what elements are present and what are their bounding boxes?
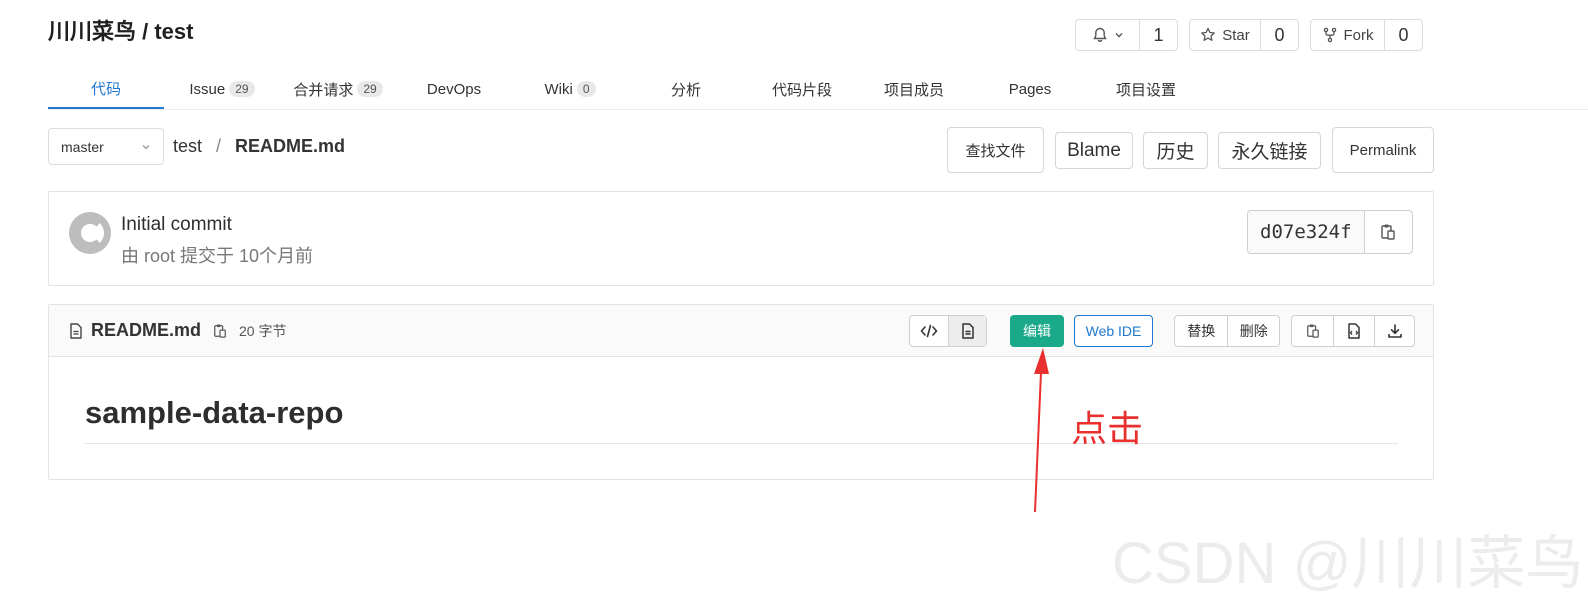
watermark: CSDN @川川菜鸟 xyxy=(1112,531,1584,596)
tab-code[interactable]: 代码 xyxy=(48,70,164,109)
replace-delete-group: 替换 删除 xyxy=(1174,315,1280,347)
annotation-text: 点击 xyxy=(1071,408,1144,449)
download-button[interactable] xyxy=(1374,316,1414,346)
file-header: README.md 20 字节 编辑 Web IDE 替换 删除 xyxy=(49,305,1433,357)
notification-button[interactable]: 1 xyxy=(1075,19,1178,51)
star-button[interactable]: Star 0 xyxy=(1189,19,1299,51)
tab-devops[interactable]: DevOps xyxy=(396,70,512,108)
tab-wiki[interactable]: Wiki 0 xyxy=(512,70,628,108)
edit-button[interactable]: 编辑 xyxy=(1010,315,1064,347)
file-icon xyxy=(69,322,83,339)
replace-button[interactable]: 替换 xyxy=(1175,316,1227,346)
view-mode-toggle xyxy=(909,315,987,347)
clipboard-icon xyxy=(1306,323,1320,339)
tab-members[interactable]: 项目成员 xyxy=(856,70,972,108)
star-icon xyxy=(1200,27,1216,43)
file-title: README.md 20 字节 xyxy=(69,320,286,341)
permanent-link-button[interactable]: 永久链接 xyxy=(1218,132,1321,169)
annotation-arrow xyxy=(1034,348,1049,513)
last-commit-panel: Initial commit 由 root 提交于 10个月前 d07e324f xyxy=(48,191,1434,286)
clipboard-icon[interactable] xyxy=(213,323,227,339)
fork-button[interactable]: Fork 0 xyxy=(1310,19,1423,51)
code-icon xyxy=(920,324,938,338)
branch-select[interactable]: master xyxy=(48,128,164,165)
raw-file-icon xyxy=(1347,323,1361,339)
watch-count: 1 xyxy=(1139,20,1177,50)
copy-sha-button[interactable] xyxy=(1363,211,1412,253)
history-button[interactable]: 历史 xyxy=(1143,132,1208,169)
fork-label: Fork xyxy=(1343,26,1374,44)
file-viewer: README.md 20 字节 编辑 Web IDE 替换 删除 sample-… xyxy=(48,304,1434,480)
clipboard-icon xyxy=(1380,223,1396,241)
tab-settings[interactable]: 项目设置 xyxy=(1088,70,1204,108)
tab-snippets[interactable]: 代码片段 xyxy=(744,70,860,108)
readme-heading: sample-data-repo xyxy=(85,395,344,430)
fork-count: 0 xyxy=(1384,20,1422,50)
fork-icon xyxy=(1322,27,1338,43)
copy-contents-button[interactable] xyxy=(1292,316,1333,346)
display-source-button[interactable] xyxy=(910,316,948,346)
download-icon xyxy=(1387,323,1403,339)
file-name: README.md xyxy=(91,320,202,340)
tab-pages[interactable]: Pages xyxy=(972,70,1088,108)
breadcrumb: test / README.md xyxy=(173,136,345,157)
delete-button[interactable]: 删除 xyxy=(1227,316,1279,346)
breadcrumb-file[interactable]: README.md xyxy=(235,136,345,157)
commit-sha-group: d07e324f xyxy=(1247,210,1413,254)
document-icon xyxy=(961,323,975,339)
open-raw-button[interactable] xyxy=(1333,316,1374,346)
tab-analytics[interactable]: 分析 xyxy=(628,70,744,108)
breadcrumb-separator: / xyxy=(216,136,222,156)
chevron-down-icon xyxy=(1114,30,1124,40)
commit-title[interactable]: Initial commit xyxy=(121,214,232,236)
project-title[interactable]: 川川菜鸟 / test xyxy=(48,14,193,46)
star-label: Star xyxy=(1222,26,1250,44)
find-file-button[interactable]: 查找文件 xyxy=(947,127,1044,173)
blame-button[interactable]: Blame xyxy=(1055,132,1133,169)
star-count: 0 xyxy=(1260,20,1298,50)
issue-count-badge: 29 xyxy=(229,81,255,97)
avatar[interactable] xyxy=(68,211,112,255)
readme-divider xyxy=(85,443,1398,444)
permalink-button[interactable]: Permalink xyxy=(1332,127,1434,173)
commit-meta: 由 root 提交于 10个月前 xyxy=(121,246,314,266)
commit-sha[interactable]: d07e324f xyxy=(1248,211,1364,253)
branch-name: master xyxy=(61,138,104,155)
file-tools-group xyxy=(1291,315,1415,347)
tab-merge-requests[interactable]: 合并请求 29 xyxy=(280,70,396,108)
chevron-down-icon xyxy=(141,142,151,152)
file-size: 20 字节 xyxy=(239,322,287,339)
breadcrumb-repo[interactable]: test xyxy=(173,136,202,157)
tab-issue[interactable]: Issue 29 xyxy=(164,70,280,108)
bell-icon xyxy=(1092,27,1108,43)
web-ide-button[interactable]: Web IDE xyxy=(1074,315,1153,347)
display-rendered-button[interactable] xyxy=(948,316,986,346)
project-nav: 代码 Issue 29 合并请求 29 DevOps Wiki 0 分析 代码片… xyxy=(48,70,1588,110)
merge-request-count-badge: 29 xyxy=(357,81,383,97)
wiki-count-badge: 0 xyxy=(576,81,596,97)
